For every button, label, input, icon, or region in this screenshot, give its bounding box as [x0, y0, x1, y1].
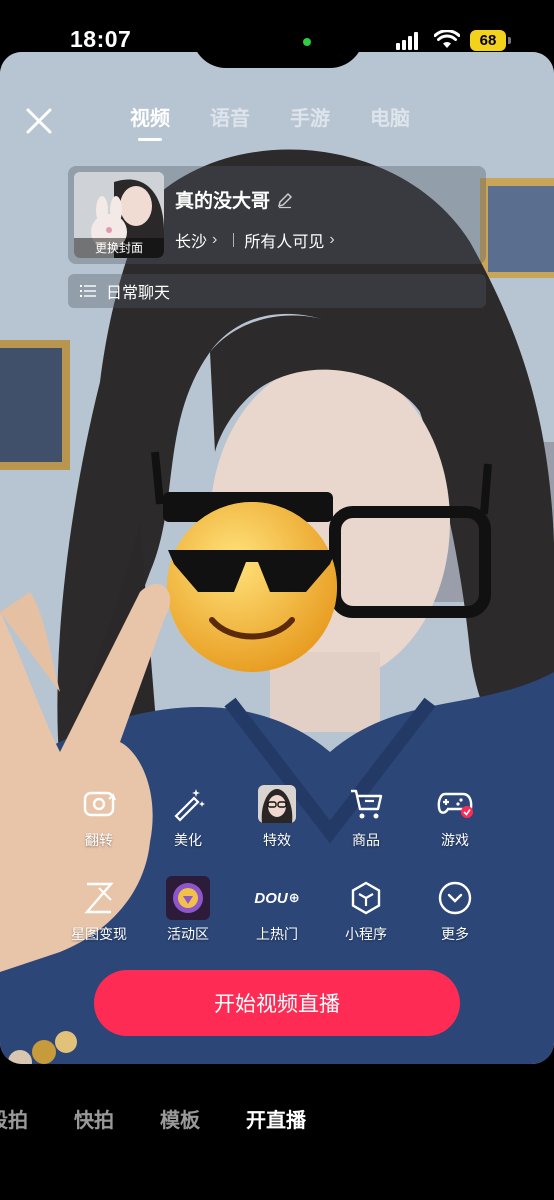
flip-camera-button[interactable]: 翻转: [59, 782, 139, 850]
signal-icon: [396, 32, 420, 50]
location-label[interactable]: 长沙: [175, 228, 207, 252]
tool-label: 活动区: [167, 926, 209, 942]
mini-program-icon: [344, 876, 388, 920]
tool-label: 上热门: [256, 926, 298, 942]
topic-selector[interactable]: 日常聊天: [68, 274, 486, 308]
shopping-cart-icon: [344, 782, 388, 826]
edit-pencil-icon[interactable]: [276, 191, 294, 209]
more-button[interactable]: 更多: [415, 876, 495, 944]
activity-badge-icon: [166, 876, 210, 920]
tool-label: 美化: [174, 832, 202, 848]
tool-label: 特效: [263, 832, 291, 848]
effects-button[interactable]: 特效: [237, 782, 317, 850]
mode-go-live[interactable]: 开直播: [246, 1104, 306, 1133]
mini-program-button[interactable]: 小程序: [326, 876, 406, 944]
chevron-right-icon: ›: [212, 231, 218, 248]
camera-indicator-icon: [303, 38, 311, 46]
cover-image-button[interactable]: 更换封面: [74, 172, 164, 258]
star-map-icon: [77, 876, 121, 920]
visibility-label[interactable]: 所有人可见: [244, 228, 324, 252]
wifi-icon: [434, 30, 460, 48]
tool-label: 更多: [441, 926, 469, 942]
bottom-mode-bar: 段拍 快拍 模板 开直播: [0, 1064, 554, 1200]
status-time: 18:07: [70, 26, 132, 52]
location-visibility-row: 长沙 › 所有人可见 ›: [175, 228, 343, 252]
tab-voice[interactable]: 语音: [210, 102, 250, 131]
list-icon: [80, 285, 96, 297]
more-chevron-icon: [433, 876, 477, 920]
tab-mobile-game[interactable]: 手游: [290, 102, 330, 131]
tool-label: 星图变现: [71, 926, 127, 942]
divider: [233, 233, 235, 247]
activity-zone-button[interactable]: 活动区: [148, 876, 228, 944]
products-button[interactable]: 商品: [326, 782, 406, 850]
change-cover-label: 更换封面: [74, 238, 164, 258]
chevron-right-icon: ›: [329, 231, 335, 248]
close-icon[interactable]: [22, 104, 56, 138]
live-title: 真的没大哥: [175, 191, 271, 212]
mode-tabs: 视频 语音 手游 电脑: [130, 102, 410, 141]
notch: [192, 0, 364, 68]
gamepad-icon: [433, 782, 477, 826]
effect-thumbnail-icon: [255, 782, 299, 826]
dou-plus-logo-text: DOU: [254, 889, 288, 907]
topic-label: 日常聊天: [106, 285, 171, 302]
magic-wand-icon: [166, 782, 210, 826]
beautify-button[interactable]: 美化: [148, 782, 228, 850]
tool-label: 游戏: [441, 832, 469, 848]
mode-template[interactable]: 模板: [160, 1104, 200, 1133]
mode-quick-shoot[interactable]: 快拍: [74, 1104, 114, 1133]
battery-icon: 68: [470, 30, 511, 51]
tool-label: 商品: [352, 832, 380, 848]
start-video-live-button[interactable]: 开始视频直播: [94, 970, 460, 1036]
dou-plus-button[interactable]: DOU ⊕ 上热门: [237, 876, 317, 944]
games-button[interactable]: 游戏: [415, 782, 495, 850]
tab-video[interactable]: 视频: [130, 102, 170, 141]
tool-label: 翻转: [85, 832, 113, 848]
mode-segment-shoot[interactable]: 段拍: [0, 1104, 28, 1133]
tool-label: 小程序: [345, 926, 387, 942]
dou-plus-icon: DOU ⊕: [254, 876, 300, 920]
tab-computer[interactable]: 电脑: [370, 102, 410, 131]
title-row[interactable]: 真的没大哥: [175, 186, 294, 213]
flip-camera-icon: [77, 782, 121, 826]
star-map-button[interactable]: 星图变现: [59, 876, 139, 944]
plus-icon: ⊕: [288, 890, 300, 905]
